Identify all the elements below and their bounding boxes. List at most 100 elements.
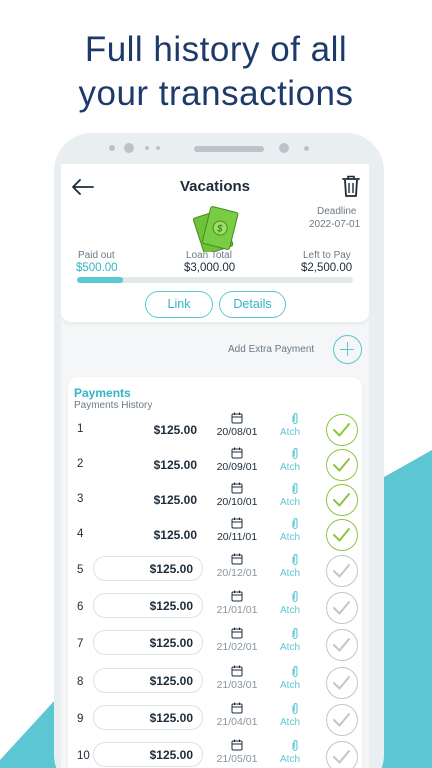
paid-checkbox[interactable]	[326, 414, 358, 446]
payment-amount: $125.00	[149, 711, 193, 725]
delete-button[interactable]	[340, 174, 362, 198]
calendar-icon[interactable]	[231, 590, 243, 602]
payment-row: 2 $125.00 20/09/01 Atch	[68, 447, 362, 483]
payment-number: 7	[77, 638, 84, 650]
paperclip-icon	[292, 628, 298, 640]
paperclip-icon	[292, 448, 298, 460]
payments-subtitle: Payments History	[74, 400, 153, 411]
payment-amount: $125.00	[149, 748, 193, 762]
decor-teal-shape-left	[0, 700, 60, 768]
attach-link[interactable]: Atch	[280, 427, 300, 438]
link-button[interactable]: Link	[145, 291, 213, 318]
calendar-icon[interactable]	[231, 553, 243, 565]
page-title: Vacations	[179, 178, 251, 195]
left-to-pay-value: $2,500.00	[301, 262, 353, 274]
calendar-icon[interactable]	[231, 482, 243, 494]
payment-amount: $125.00	[149, 636, 193, 650]
payment-amount-field[interactable]: $125.00	[93, 705, 203, 730]
loan-total-value: $3,000.00	[184, 262, 236, 274]
checkmark-icon	[333, 676, 350, 690]
payment-number: 8	[77, 676, 84, 688]
payment-row: 1 $125.00 20/08/01 Atch	[68, 412, 362, 448]
attach-link[interactable]: Atch	[280, 568, 300, 579]
payment-date: 20/10/01	[216, 496, 258, 508]
attach-link[interactable]: Atch	[280, 462, 300, 473]
add-extra-payment-button[interactable]	[333, 335, 362, 364]
payment-date: 21/04/01	[216, 716, 258, 728]
checkmark-icon	[333, 713, 350, 727]
calendar-icon[interactable]	[231, 627, 243, 639]
details-button[interactable]: Details	[219, 291, 286, 318]
paperclip-icon	[292, 591, 298, 603]
paperclip-icon	[292, 518, 298, 530]
attach-link[interactable]: Atch	[280, 680, 300, 691]
payment-date: 20/11/01	[216, 531, 258, 543]
paid-checkbox[interactable]	[326, 592, 358, 624]
checkmark-icon	[333, 528, 350, 542]
calendar-icon[interactable]	[231, 739, 243, 751]
payment-number: 9	[77, 713, 84, 725]
payment-row: 7 $125.00 21/02/01 Atch	[68, 627, 362, 663]
attach-link[interactable]: Atch	[280, 497, 300, 508]
payment-amount-field[interactable]: $125.00	[93, 593, 203, 618]
payment-date: 21/01/01	[216, 604, 258, 616]
paperclip-icon	[292, 554, 298, 566]
paid-checkbox[interactable]	[326, 519, 358, 551]
calendar-icon[interactable]	[231, 447, 243, 459]
paid-checkbox[interactable]	[326, 704, 358, 736]
payment-amount-field[interactable]: $125.00	[93, 668, 203, 693]
attach-link[interactable]: Atch	[280, 605, 300, 616]
paid-checkbox[interactable]	[326, 484, 358, 516]
checkmark-icon	[333, 423, 350, 437]
payment-amount-field[interactable]: $125.00	[93, 556, 203, 581]
trash-icon	[342, 175, 360, 197]
payment-row: 5 $125.00 20/12/01 Atch	[68, 553, 362, 589]
calendar-icon[interactable]	[231, 412, 243, 424]
payment-amount: $125.00	[153, 458, 197, 472]
promo-headline: Full history of all your transactions	[0, 28, 432, 116]
loan-total-label: Loan Total	[186, 250, 232, 261]
promo-headline-line2: your transactions	[78, 74, 354, 113]
payment-amount: $125.00	[153, 528, 197, 542]
left-to-pay-label: Left to Pay	[303, 250, 351, 261]
payment-amount: $125.00	[149, 674, 193, 688]
calendar-icon[interactable]	[231, 517, 243, 529]
add-extra-payment-label: Add Extra Payment	[228, 344, 315, 355]
payment-amount-field[interactable]: $125.00	[93, 742, 203, 767]
paperclip-icon	[292, 740, 298, 752]
deadline-value: 2022-07-01	[309, 219, 361, 230]
paid-checkbox[interactable]	[326, 449, 358, 481]
phone-front-camera	[279, 143, 289, 153]
payment-row: 6 $125.00 21/01/01 Atch	[68, 590, 362, 626]
paid-checkbox[interactable]	[326, 555, 358, 587]
attach-link[interactable]: Atch	[280, 532, 300, 543]
calendar-icon[interactable]	[231, 665, 243, 677]
paid-checkbox[interactable]	[326, 741, 358, 768]
attach-link[interactable]: Atch	[280, 642, 300, 653]
calendar-icon[interactable]	[231, 702, 243, 714]
payment-amount: $125.00	[149, 599, 193, 613]
payment-date: 20/09/01	[216, 461, 258, 473]
payment-amount-field[interactable]: $125.00	[93, 630, 203, 655]
payment-number: 4	[77, 528, 84, 540]
payment-row: 9 $125.00 21/04/01 Atch	[68, 702, 362, 738]
payment-date: 20/12/01	[216, 567, 258, 579]
attach-link[interactable]: Atch	[280, 717, 300, 728]
payments-title: Payments	[74, 386, 131, 400]
money-icon: $ $	[191, 204, 241, 255]
paperclip-icon	[292, 666, 298, 678]
payment-date: 20/08/01	[216, 426, 258, 438]
phone-camera	[124, 143, 134, 153]
paid-checkbox[interactable]	[326, 629, 358, 661]
payment-amount: $125.00	[153, 423, 197, 437]
payment-row: 8 $125.00 21/03/01 Atch	[68, 665, 362, 701]
attach-link[interactable]: Atch	[280, 754, 300, 765]
paperclip-icon	[292, 703, 298, 715]
paid-checkbox[interactable]	[326, 667, 358, 699]
payment-date: 21/02/01	[216, 641, 258, 653]
checkmark-icon	[333, 638, 350, 652]
payment-progress-fill	[77, 277, 123, 283]
payment-number: 6	[77, 601, 84, 613]
deadline-label: Deadline	[317, 206, 357, 217]
payment-number: 2	[77, 458, 84, 470]
